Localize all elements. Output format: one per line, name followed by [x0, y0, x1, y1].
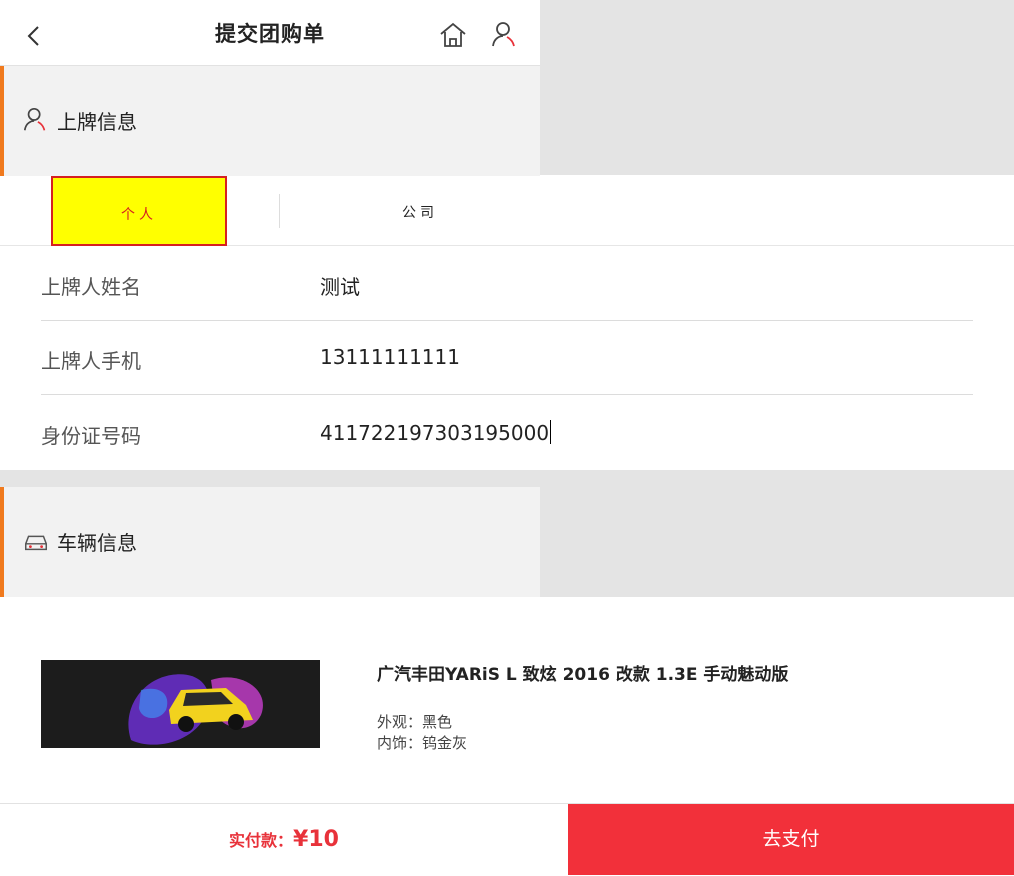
- id-number-input[interactable]: 411722197303195000: [320, 420, 552, 445]
- car-exterior: 外观：黑色: [377, 713, 453, 731]
- name-input[interactable]: 测试: [320, 271, 360, 300]
- accent-bar: [0, 487, 4, 597]
- text-cursor: [550, 420, 552, 444]
- section-title: 车辆信息: [57, 531, 137, 555]
- user-icon: [492, 22, 515, 47]
- car-interior: 内饰：钨金灰: [377, 734, 468, 752]
- accent-bar: [0, 66, 4, 176]
- total-amount: 实付款：¥10: [0, 804, 568, 875]
- form-row-phone: 上牌人手机 13111111111: [41, 321, 973, 395]
- id-number-text: 411722197303195000: [320, 421, 550, 445]
- divider: [41, 394, 973, 395]
- background-panel: [540, 487, 1014, 597]
- field-label: 身份证号码: [41, 424, 141, 448]
- vehicle-info-header: 车辆信息: [0, 487, 540, 597]
- car-image: [41, 660, 320, 748]
- tab-divider: [279, 194, 280, 228]
- form-row-name: 上牌人姓名 测试: [41, 247, 973, 321]
- section-gap: [0, 470, 1014, 487]
- user-icon: [22, 106, 50, 134]
- background-panel: [540, 0, 1014, 175]
- user-button[interactable]: [490, 20, 520, 50]
- home-button[interactable]: [438, 20, 468, 50]
- total-label: 实付款：: [229, 831, 294, 850]
- section-title: 上牌信息: [57, 110, 137, 134]
- total-value: ¥10: [293, 827, 339, 852]
- pay-button[interactable]: 去支付: [568, 804, 1014, 875]
- phone-input[interactable]: 13111111111: [320, 345, 460, 369]
- form-row-id: 身份证号码 411722197303195000: [41, 396, 973, 470]
- plate-info-header: 上牌信息: [0, 66, 540, 176]
- field-label: 上牌人姓名: [41, 275, 141, 299]
- car-name: 广汽丰田YARiS L 致炫 2016 改款 1.3E 手动魅动版: [377, 665, 789, 685]
- tab-company[interactable]: 公司: [360, 176, 480, 246]
- field-label: 上牌人手机: [41, 349, 141, 373]
- car-icon: [22, 527, 50, 555]
- home-icon: [440, 22, 466, 47]
- tab-personal[interactable]: 个人: [51, 176, 227, 246]
